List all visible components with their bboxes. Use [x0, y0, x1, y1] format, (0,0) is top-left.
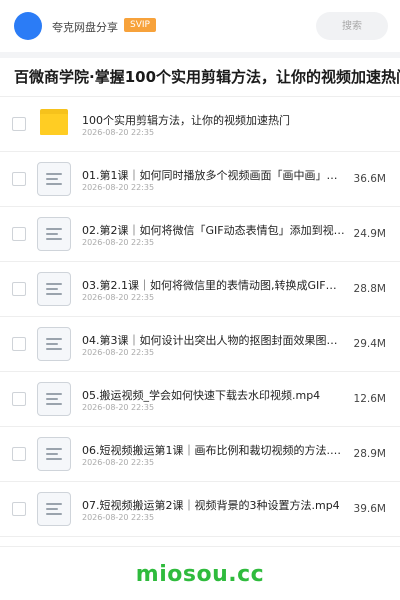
- file-name: 02.第2课｜如何将微信「GIF动态表情包」添加到视频.mp4: [82, 224, 346, 237]
- select-checkbox[interactable]: [12, 337, 26, 351]
- page-title: 百微商学院·掌握100个实用剪辑方法，让你的视频加速热门: [14, 68, 400, 86]
- file-list: 100个实用剪辑方法，让你的视频加速热门 2026-08-20 22:35 01…: [0, 97, 400, 537]
- select-checkbox[interactable]: [12, 502, 26, 516]
- document-icon: [37, 437, 71, 471]
- file-size: 29.4M: [353, 338, 386, 350]
- select-checkbox[interactable]: [12, 172, 26, 186]
- list-item[interactable]: 04.第3课｜如何设计出突出人物的抠图封面效果图★.mp4 2026-08-20…: [0, 317, 400, 372]
- file-name: 06.短视频搬运第1课｜画布比例和裁切视频的方法.mp4: [82, 444, 346, 457]
- file-size: 12.6M: [353, 393, 386, 405]
- folder-icon: [40, 109, 68, 135]
- list-item[interactable]: 02.第2课｜如何将微信「GIF动态表情包」添加到视频.mp4 2026-08-…: [0, 207, 400, 262]
- file-date: 2026-08-20 22:35: [82, 293, 155, 302]
- list-item[interactable]: 01.第1课｜如何同时播放多个视频画面「画中画」功能.mp4 2026-08-2…: [0, 152, 400, 207]
- file-name: 07.短视频搬运第2课｜视频背景的3种设置方法.mp4: [82, 499, 340, 512]
- file-name: 03.第2.1课｜如何将微信里的表情动图,转换成GIF格式.mp4: [82, 279, 346, 292]
- header-separator: [0, 52, 400, 58]
- file-name: 01.第1课｜如何同时播放多个视频画面「画中画」功能.mp4: [82, 169, 346, 182]
- document-icon: [37, 217, 71, 251]
- document-icon: [37, 382, 71, 416]
- svip-badge: SVIP: [124, 18, 156, 32]
- file-name: 04.第3课｜如何设计出突出人物的抠图封面效果图★.mp4: [82, 334, 346, 347]
- list-item[interactable]: 03.第2.1课｜如何将微信里的表情动图,转换成GIF格式.mp4 2026-0…: [0, 262, 400, 317]
- file-date: 2026-08-20 22:35: [82, 128, 155, 137]
- list-item[interactable]: 06.短视频搬运第1课｜画布比例和裁切视频的方法.mp4 2026-08-20 …: [0, 427, 400, 482]
- file-size: 39.6M: [353, 503, 386, 515]
- list-item[interactable]: 07.短视频搬运第2课｜视频背景的3种设置方法.mp4 2026-08-20 2…: [0, 482, 400, 537]
- app-header: 夸克网盘分享 SVIP: [0, 0, 400, 52]
- list-item[interactable]: 100个实用剪辑方法，让你的视频加速热门 2026-08-20 22:35: [0, 97, 400, 152]
- file-name: 100个实用剪辑方法，让你的视频加速热门: [82, 114, 290, 127]
- file-date: 2026-08-20 22:35: [82, 348, 155, 357]
- share-owner-name: 夸克网盘分享: [52, 21, 118, 34]
- document-icon: [37, 327, 71, 361]
- select-checkbox[interactable]: [12, 117, 26, 131]
- footer-divider: [0, 546, 400, 547]
- file-name: 05.搬运视频_学会如何快速下载去水印视频.mp4: [82, 389, 321, 402]
- file-date: 2026-08-20 22:35: [82, 403, 155, 412]
- document-icon: [37, 162, 71, 196]
- file-date: 2026-08-20 22:35: [82, 513, 155, 522]
- watermark: miosou.cc: [135, 562, 265, 587]
- file-size: 28.8M: [353, 283, 386, 295]
- file-size: 24.9M: [353, 228, 386, 240]
- file-date: 2026-08-20 22:35: [82, 238, 155, 247]
- list-item[interactable]: 05.搬运视频_学会如何快速下载去水印视频.mp4 2026-08-20 22:…: [0, 372, 400, 427]
- select-checkbox[interactable]: [12, 392, 26, 406]
- document-icon: [37, 492, 71, 526]
- avatar[interactable]: [14, 12, 42, 40]
- select-checkbox[interactable]: [12, 447, 26, 461]
- select-checkbox[interactable]: [12, 227, 26, 241]
- select-checkbox[interactable]: [12, 282, 26, 296]
- document-icon: [37, 272, 71, 306]
- file-date: 2026-08-20 22:35: [82, 183, 155, 192]
- file-size: 28.9M: [353, 448, 386, 460]
- file-size: 36.6M: [353, 173, 386, 185]
- file-date: 2026-08-20 22:35: [82, 458, 155, 467]
- search-input[interactable]: [316, 12, 388, 40]
